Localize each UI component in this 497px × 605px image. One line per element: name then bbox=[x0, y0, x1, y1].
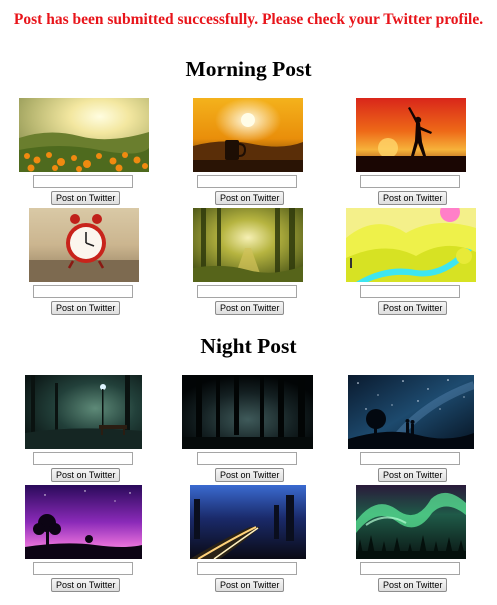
sunrise-coffee-cup-image bbox=[193, 98, 303, 172]
post-on-twitter-button-night-6[interactable]: Post on Twitter bbox=[378, 578, 448, 592]
morning-caption-input-4[interactable] bbox=[33, 285, 133, 298]
morning-caption-input-1[interactable] bbox=[33, 175, 133, 188]
night-caption-input-3[interactable] bbox=[360, 452, 460, 465]
yellow-hills-river-illustration-image bbox=[346, 208, 476, 282]
post-on-twitter-button-morning-5[interactable]: Post on Twitter bbox=[215, 301, 285, 315]
night-caption-input-4[interactable] bbox=[33, 562, 133, 575]
post-on-twitter-button-morning-1[interactable]: Post on Twitter bbox=[51, 191, 121, 205]
night-caption-input-1[interactable] bbox=[33, 452, 133, 465]
night-caption-input-5[interactable] bbox=[197, 562, 297, 575]
dark-forest-night-image bbox=[182, 375, 313, 449]
post-on-twitter-button-night-5[interactable]: Post on Twitter bbox=[215, 578, 285, 592]
post-on-twitter-button-night-2[interactable]: Post on Twitter bbox=[215, 468, 285, 482]
sunset-dancer-silhouette-image bbox=[356, 98, 466, 172]
sunrise-flower-field-image bbox=[19, 98, 149, 172]
morning-caption-input-6[interactable] bbox=[360, 285, 460, 298]
post-on-twitter-button-morning-3[interactable]: Post on Twitter bbox=[378, 191, 448, 205]
northern-lights-image bbox=[356, 485, 466, 559]
night-post-heading: Night Post bbox=[200, 334, 297, 358]
success-message: Post has been submitted successfully. Pl… bbox=[13, 11, 484, 28]
post-on-twitter-button-morning-2[interactable]: Post on Twitter bbox=[215, 191, 285, 205]
morning-post-heading: Morning Post bbox=[185, 57, 312, 81]
post-on-twitter-button-night-3[interactable]: Post on Twitter bbox=[378, 468, 448, 482]
purple-sky-tree-image bbox=[25, 485, 142, 559]
sunlit-forest-image bbox=[193, 208, 303, 282]
starry-sky-couple-image bbox=[348, 375, 474, 449]
post-on-twitter-button-night-1[interactable]: Post on Twitter bbox=[51, 468, 121, 482]
night-road-light-trails-image bbox=[190, 485, 306, 559]
morning-caption-input-2[interactable] bbox=[197, 175, 297, 188]
night-park-bench-image bbox=[25, 375, 142, 449]
post-on-twitter-button-morning-6[interactable]: Post on Twitter bbox=[378, 301, 448, 315]
morning-caption-input-3[interactable] bbox=[360, 175, 460, 188]
post-on-twitter-button-morning-4[interactable]: Post on Twitter bbox=[51, 301, 121, 315]
night-caption-input-6[interactable] bbox=[360, 562, 460, 575]
night-caption-input-2[interactable] bbox=[197, 452, 297, 465]
post-on-twitter-button-night-4[interactable]: Post on Twitter bbox=[51, 578, 121, 592]
morning-caption-input-5[interactable] bbox=[197, 285, 297, 298]
red-alarm-clock-image bbox=[29, 208, 139, 282]
